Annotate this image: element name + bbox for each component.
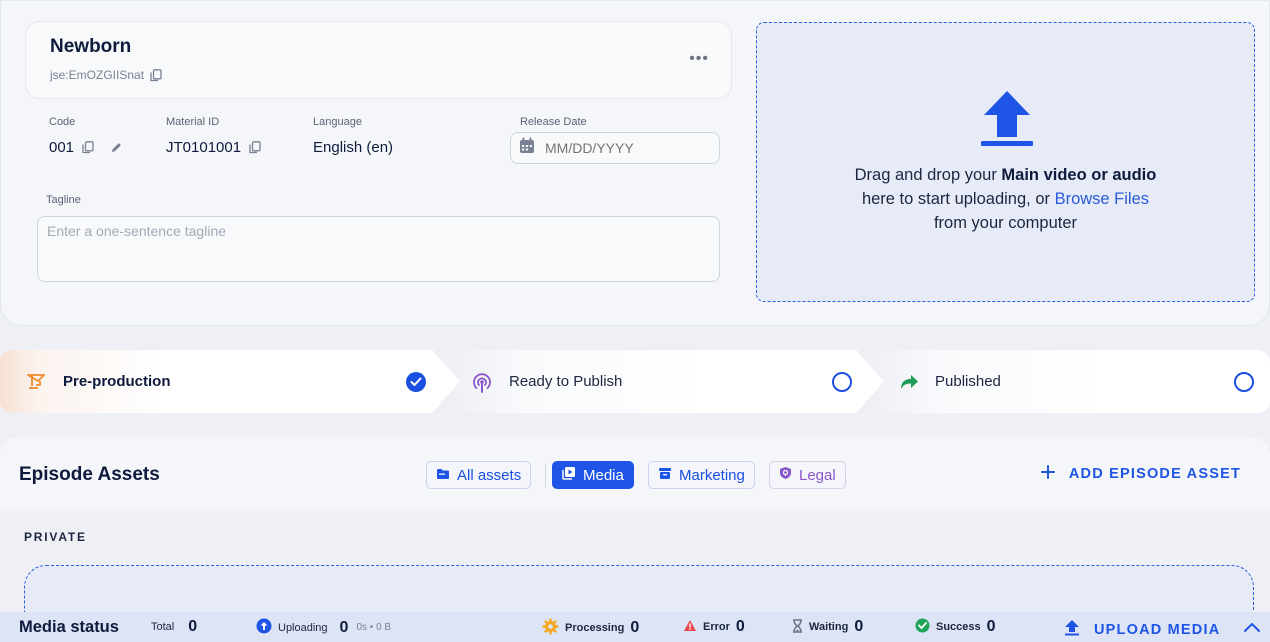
- material-id-field: JT0101001: [166, 139, 261, 156]
- status-uploading: Uploading 0 0s • 0 B: [256, 618, 391, 637]
- status-count: 0: [630, 619, 640, 636]
- drop-text-part: here to start uploading, or: [861, 190, 1055, 208]
- add-episode-asset-button[interactable]: ADD EPISODE ASSET: [1040, 465, 1241, 483]
- status-count: 0: [735, 618, 745, 635]
- upload-arrow-icon: [979, 89, 1035, 154]
- episode-id: jse:EmOZGIISnat: [50, 68, 162, 82]
- status-label: Waiting: [809, 621, 849, 633]
- material-id-label: Material ID: [166, 116, 220, 128]
- private-section-label: PRIVATE: [24, 530, 87, 544]
- language-value[interactable]: English (en): [313, 139, 393, 156]
- step-label: Ready to Publish: [509, 373, 623, 390]
- filter-legal[interactable]: Legal: [769, 461, 846, 489]
- browse-files-link[interactable]: Browse Files: [1055, 190, 1149, 208]
- drop-text-part: Drag and drop your: [854, 166, 1002, 184]
- media-library-icon: [562, 466, 576, 484]
- more-options-button[interactable]: •••: [689, 50, 709, 68]
- upload-media-button[interactable]: UPLOAD MEDIA: [1064, 619, 1220, 640]
- status-count: 0: [986, 618, 996, 635]
- material-id-value: JT0101001: [166, 139, 242, 156]
- media-status-title: Media status: [19, 618, 119, 636]
- status-count: 0: [339, 618, 349, 636]
- share-arrow-icon: [899, 373, 919, 395]
- upload-circle-icon: [256, 618, 272, 637]
- copy-icon[interactable]: [150, 68, 162, 82]
- calendar-icon[interactable]: [519, 137, 535, 159]
- hourglass-icon: [792, 618, 803, 636]
- step-pre-production[interactable]: Pre-production: [0, 350, 460, 413]
- status-success: Success 0: [915, 618, 996, 636]
- status-total: Total 0: [151, 618, 197, 636]
- filter-label: Legal: [799, 466, 836, 484]
- gear-icon: [542, 618, 559, 638]
- status-count: 0: [188, 618, 198, 635]
- copy-icon[interactable]: [249, 141, 261, 154]
- success-check-icon: [915, 618, 930, 636]
- filter-marketing[interactable]: Marketing: [648, 461, 755, 489]
- code-value: 001: [49, 139, 75, 156]
- code-field: 001: [49, 139, 123, 156]
- status-label: Processing: [565, 622, 625, 634]
- folder-icon: [436, 467, 450, 484]
- main-media-drop-zone[interactable]: Drag and drop your Main video or audio h…: [756, 22, 1255, 302]
- plus-icon: [1040, 465, 1055, 483]
- release-date-label: Release Date: [520, 116, 587, 128]
- release-date-field[interactable]: [510, 132, 720, 164]
- language-label: Language: [313, 116, 362, 128]
- empty-circle-icon: [832, 372, 852, 392]
- step-published[interactable]: Published: [860, 350, 1270, 413]
- step-label: Published: [935, 373, 1001, 390]
- episode-details-card: Newborn jse:EmOZGIISnat ••• Code 001 Mat…: [0, 0, 1270, 326]
- chevron-up-icon[interactable]: [1243, 620, 1261, 638]
- status-label: Total: [151, 621, 175, 633]
- status-count: 0: [854, 618, 864, 635]
- upload-arrow-icon: [1064, 619, 1080, 640]
- crane-icon: [26, 372, 46, 395]
- upload-media-label: UPLOAD MEDIA: [1094, 621, 1221, 638]
- step-ready-to-publish[interactable]: Ready to Publish: [436, 350, 884, 413]
- step-label: Pre-production: [63, 373, 171, 390]
- uploading-detail: 0s • 0 B: [356, 622, 392, 633]
- status-waiting: Waiting 0: [792, 618, 863, 636]
- podcast-icon: [471, 372, 493, 399]
- status-label: Success: [936, 621, 981, 633]
- status-label: Error: [703, 621, 730, 633]
- episode-title-card: Newborn jse:EmOZGIISnat •••: [25, 21, 732, 99]
- episode-title: Newborn: [50, 36, 132, 57]
- edit-pencil-icon[interactable]: [110, 141, 123, 154]
- filter-label: All assets: [457, 466, 522, 484]
- filter-media[interactable]: Media: [552, 461, 634, 489]
- status-label: Uploading: [278, 621, 328, 634]
- drop-text-part: from your computer: [933, 214, 1078, 232]
- archive-box-icon: [658, 467, 672, 484]
- shield-lock-icon: [779, 466, 792, 484]
- filter-all-assets[interactable]: All assets: [426, 461, 532, 489]
- copy-icon[interactable]: [82, 141, 94, 154]
- episode-id-text: jse:EmOZGIISnat: [50, 68, 145, 82]
- assets-title: Episode Assets: [19, 464, 160, 485]
- empty-circle-icon: [1234, 372, 1254, 392]
- tagline-field[interactable]: [37, 216, 720, 282]
- release-date-input[interactable]: [545, 140, 695, 156]
- warning-triangle-icon: [683, 619, 697, 635]
- media-status-bar: Media status Total 0 Uploading 0 0s • 0 …: [0, 612, 1270, 642]
- episode-assets-header: Episode Assets All assets Media Marketin…: [0, 437, 1270, 511]
- status-processing: Processing 0: [542, 618, 639, 638]
- tagline-label: Tagline: [46, 194, 81, 206]
- workflow-stepper: Pre-production Ready to Publish Publishe…: [0, 350, 1270, 413]
- filter-label: Marketing: [679, 466, 745, 484]
- add-asset-label: ADD EPISODE ASSET: [1068, 466, 1241, 482]
- check-circle-icon: [406, 372, 426, 392]
- tagline-input[interactable]: [47, 223, 710, 275]
- drop-text-bold: Main video or audio: [1001, 166, 1157, 184]
- filter-divider: [545, 463, 546, 487]
- status-error: Error 0: [683, 618, 745, 636]
- code-label: Code: [49, 116, 76, 128]
- filter-label: Media: [583, 466, 624, 484]
- drop-instructions: Drag and drop your Main video or audio h…: [757, 163, 1254, 235]
